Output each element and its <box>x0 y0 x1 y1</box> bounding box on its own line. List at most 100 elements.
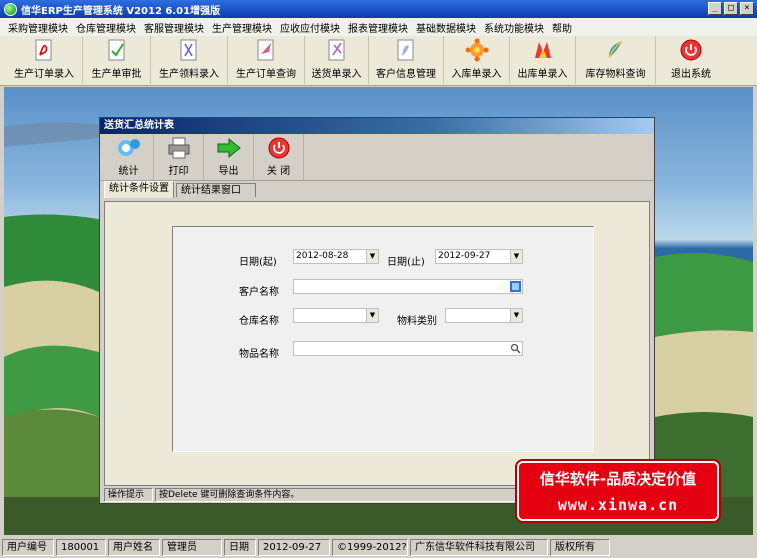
statistics-button[interactable]: 统计 <box>104 134 154 180</box>
customer-name-label: 客户名称 <box>239 287 279 298</box>
power-icon <box>680 39 702 61</box>
print-button[interactable]: 打印 <box>154 134 204 180</box>
toolbar-label: 送货单录入 <box>311 69 362 80</box>
status-user-id-label: 用户编号 <box>2 538 54 556</box>
status-date-label: 日期 <box>224 538 256 556</box>
date-end-picker[interactable]: 2012-09-27 ▼ <box>435 249 523 264</box>
toolbar-exit-system[interactable]: 退出系统 <box>656 36 726 84</box>
window-title: 信华ERP生产管理系统 V2012 6.01增强版 <box>21 5 221 17</box>
toolbar-label: 生产订单录入 <box>14 69 74 80</box>
toolbar-label: 退出系统 <box>671 69 711 80</box>
item-name-field[interactable] <box>293 341 523 356</box>
search-icon[interactable] <box>510 343 521 354</box>
printer-icon <box>168 137 189 159</box>
status-user-name-label: 用户姓名 <box>108 538 160 556</box>
chevron-down-icon[interactable]: ▼ <box>366 309 378 322</box>
close-label: 关 闭 <box>266 166 291 177</box>
menu-warehouse[interactable]: 仓库管理模块 <box>72 20 140 35</box>
hint-label: 操作提示 <box>104 488 153 502</box>
toolbar-label: 客户信息管理 <box>376 69 436 80</box>
delivery-document-icon <box>328 39 344 61</box>
app-logo-icon <box>4 2 17 16</box>
toolbar-material-requisition[interactable]: 生产领料录入 <box>151 36 228 84</box>
customer-document-icon <box>397 39 414 61</box>
status-company: 广东信华软件科技有限公司 <box>410 538 548 556</box>
tab-condition-settings[interactable]: 统计条件设置 <box>104 181 174 198</box>
item-name-label: 物品名称 <box>239 349 279 360</box>
toolbar-label: 入库单录入 <box>451 69 502 80</box>
toolbar-label: 生产单审批 <box>91 69 142 80</box>
menu-receivable-payable[interactable]: 应收应付模块 <box>276 20 344 35</box>
warehouse-select[interactable]: ▼ <box>293 308 379 323</box>
customer-name-field[interactable] <box>293 279 523 294</box>
toolbar-label: 出库单录入 <box>517 69 568 80</box>
chevron-down-icon[interactable]: ▼ <box>366 250 378 263</box>
tab-result-window[interactable]: 统计结果窗口 <box>176 183 256 197</box>
date-end-label: 日期(止) <box>387 257 425 268</box>
date-start-value: 2012-08-28 <box>296 251 349 261</box>
close-window-button[interactable]: × <box>740 2 754 15</box>
tab-strip: 统计条件设置 统计结果窗口 <box>104 181 654 198</box>
material-document-icon <box>180 39 197 61</box>
close-button[interactable]: 关 闭 <box>254 134 304 180</box>
lookup-icon[interactable] <box>510 281 521 292</box>
status-date: 2012-09-27 <box>258 538 330 556</box>
toolbar-stock-out-entry[interactable]: 出库单录入 <box>510 36 576 84</box>
stock-out-icon <box>534 42 551 58</box>
menu-help[interactable]: 帮助 <box>548 20 576 35</box>
toolbar-stock-in-entry[interactable]: 入库单录入 <box>444 36 510 84</box>
menu-customer-service[interactable]: 客服管理模块 <box>140 20 208 35</box>
export-label: 导出 <box>218 166 239 177</box>
export-arrow-icon <box>217 137 241 159</box>
print-label: 打印 <box>168 166 189 177</box>
date-end-value: 2012-09-27 <box>438 251 491 261</box>
status-rights: 版权所有 <box>550 538 610 556</box>
material-type-label: 物料类别 <box>397 316 437 327</box>
menu-production[interactable]: 生产管理模块 <box>208 20 276 35</box>
toolbar-inventory-query[interactable]: 库存物料查询 <box>576 36 656 84</box>
query-document-icon <box>257 39 274 61</box>
material-type-select[interactable]: ▼ <box>445 308 523 323</box>
warehouse-name-label: 仓库名称 <box>239 316 279 327</box>
status-bar: 用户编号 180001 用户姓名 管理员 日期 2012-09-27 ©1999… <box>0 536 757 558</box>
window-title-bar[interactable]: 信华ERP生产管理系统 V2012 6.01增强版 _ □ × <box>0 0 757 18</box>
close-power-icon <box>268 137 289 159</box>
menu-system[interactable]: 系统功能模块 <box>480 20 548 35</box>
brand-url: www.xinwa.cn <box>557 496 679 514</box>
child-toolbar: 统计 打印 导出 关 闭 <box>100 134 654 181</box>
toolbar-customer-info[interactable]: 客户信息管理 <box>369 36 444 84</box>
date-start-picker[interactable]: 2012-08-28 ▼ <box>293 249 379 264</box>
main-toolbar: 生产订单录入 生产单审批 生产领料录入 生产订单查询 送货单录入 客户信息管理 … <box>0 36 757 86</box>
query-condition-form: 日期(起) 2012-08-28 ▼ 日期(止) 2012-09-27 ▼ 客户… <box>172 226 594 452</box>
toolbar-label: 生产订单查询 <box>236 69 296 80</box>
condition-tab-panel: 日期(起) 2012-08-28 ▼ 日期(止) 2012-09-27 ▼ 客户… <box>104 201 650 486</box>
toolbar-delivery-entry[interactable]: 送货单录入 <box>305 36 369 84</box>
brand-slogan: 信华软件-品质决定价值 <box>539 470 697 488</box>
status-copyright: ©1999-2012? <box>332 538 408 556</box>
statistics-icon <box>117 139 140 156</box>
date-start-label: 日期(起) <box>239 257 277 268</box>
toolbar-production-order-entry[interactable]: 生产订单录入 <box>6 36 83 84</box>
chevron-down-icon[interactable]: ▼ <box>510 309 522 322</box>
menu-reports[interactable]: 报表管理模块 <box>344 20 412 35</box>
status-user-name: 管理员 <box>162 538 222 556</box>
toolbar-label: 库存物料查询 <box>585 69 646 80</box>
pdf-document-icon <box>35 39 52 61</box>
maximize-button[interactable]: □ <box>724 2 738 15</box>
minimize-button[interactable]: _ <box>708 2 722 15</box>
toolbar-production-order-query[interactable]: 生产订单查询 <box>228 36 305 84</box>
child-window-title[interactable]: 送货汇总统计表 <box>100 118 654 134</box>
export-button[interactable]: 导出 <box>204 134 254 180</box>
approve-document-icon <box>108 39 124 61</box>
toolbar-label: 生产领料录入 <box>159 69 219 80</box>
menu-bar: 采购管理模块 仓库管理模块 客服管理模块 生产管理模块 应收应付模块 报表管理模… <box>0 18 757 36</box>
menu-purchase[interactable]: 采购管理模块 <box>4 20 72 35</box>
chevron-down-icon[interactable]: ▼ <box>510 250 522 263</box>
brand-badge: 信华软件-品质决定价值 www.xinwa.cn <box>517 461 719 521</box>
status-user-id: 180001 <box>56 538 106 556</box>
stock-in-icon <box>465 38 488 62</box>
menu-base-data[interactable]: 基础数据模块 <box>412 20 480 35</box>
toolbar-production-approval[interactable]: 生产单审批 <box>83 36 151 84</box>
delivery-summary-window: 送货汇总统计表 统计 打印 导出 关 闭 统计条件设置 统计结果窗口 日期(起)… <box>99 117 655 504</box>
inventory-query-icon <box>607 40 622 59</box>
